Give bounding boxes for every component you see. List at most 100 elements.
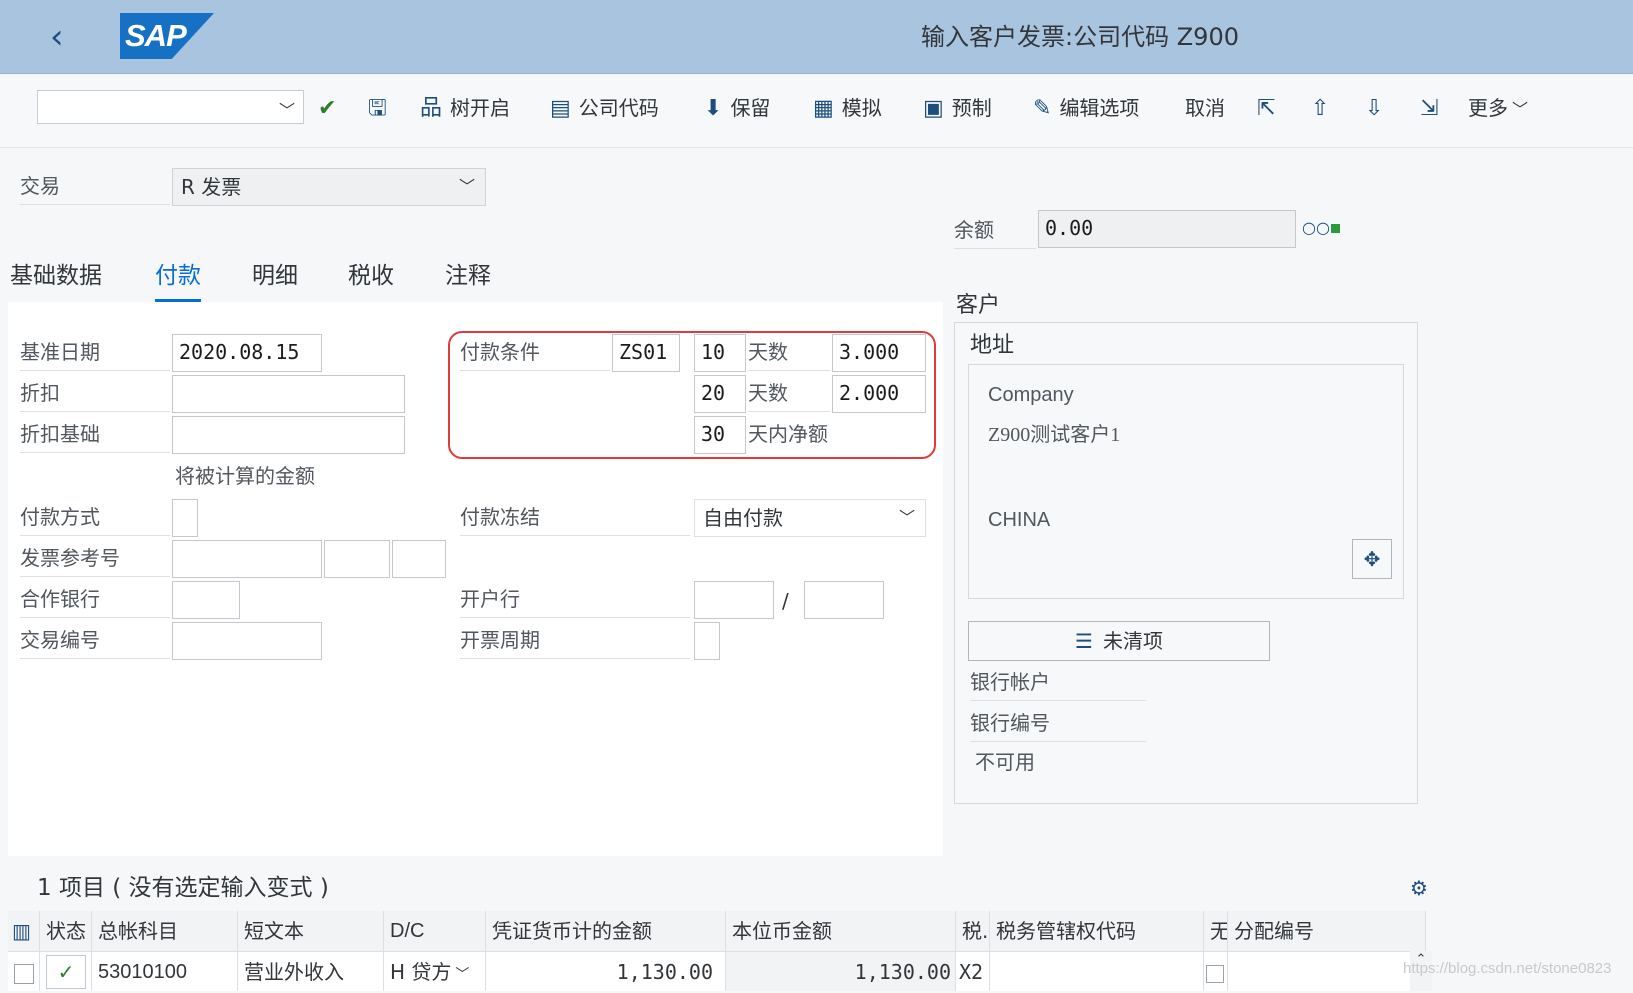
tab-details[interactable]: 明细 [252, 258, 298, 302]
col-no-tax[interactable]: 无 [1204, 911, 1228, 951]
invoice-ref-label: 发票参考号 [20, 540, 170, 577]
park-button[interactable]: ⬇ 保留 [704, 92, 770, 124]
col-doc-amount[interactable]: 凭证货币计的金额 [486, 911, 726, 951]
puzzle-icon: ✥ [1363, 547, 1381, 571]
export-button[interactable]: ⇱ [1257, 92, 1283, 124]
invoice-ref-field-3[interactable] [392, 540, 446, 578]
row-jurisdiction[interactable] [990, 951, 1204, 991]
prepare-label: 预制 [951, 96, 992, 120]
col-dc[interactable]: D/C [384, 911, 486, 951]
shell-bar [0, 0, 1633, 74]
page-title: 输入客户发票:公司代码 Z900 [921, 23, 1239, 51]
row-short-text[interactable]: 营业外收入 [238, 951, 384, 991]
col-assignment[interactable]: 分配编号 [1228, 911, 1426, 951]
chevron-down-icon: ﹀ [898, 508, 915, 527]
invoice-ref-field-2[interactable] [324, 540, 390, 578]
prepare-button[interactable]: ▣ 预制 [923, 92, 992, 124]
watermark: https://blog.csdn.net/stone0823 [1403, 960, 1612, 977]
download-icon: ⇩ [1365, 96, 1384, 121]
row-tax-code[interactable]: X2 [956, 951, 990, 991]
import-button[interactable]: ⇲ [1420, 92, 1446, 124]
invoice-ref-field-1[interactable] [172, 540, 322, 578]
col-tax[interactable]: 税. [956, 911, 990, 951]
checkbox-icon [14, 963, 34, 984]
transaction-select[interactable]: R 发票 ﹀ [172, 168, 486, 206]
check-icon: ✔ [318, 96, 337, 121]
status-check-icon: ✓ [46, 955, 86, 989]
company-code-icon: ▤ [550, 96, 571, 121]
simulate-button[interactable]: ▦ 模拟 [813, 92, 882, 124]
house-bank-account-field[interactable] [804, 581, 884, 619]
partner-bank-field[interactable] [172, 581, 240, 619]
col-status[interactable]: 状态 [40, 911, 92, 951]
row-local-amount: 1,130.00 [726, 951, 956, 991]
edit-options-label: 编辑选项 [1059, 96, 1140, 120]
address-line-1: Company [988, 384, 1074, 406]
discount-field[interactable] [172, 375, 405, 413]
bank-account-label: 银行帐户 [970, 664, 1146, 701]
pay-method-field[interactable] [172, 499, 198, 537]
transaction-label: 交易 [20, 168, 170, 205]
col-jurisdiction[interactable]: 税务管辖权代码 [990, 911, 1204, 951]
park-label: 保留 [730, 96, 771, 120]
invoicing-period-label: 开票周期 [460, 622, 690, 659]
export-icon: ⇱ [1257, 96, 1276, 121]
address-title: 地址 [970, 333, 1015, 358]
check-button[interactable]: ✔ [318, 92, 344, 124]
command-field[interactable]: ﹀ [37, 90, 304, 124]
cancel-button[interactable]: 取消 [1185, 92, 1225, 124]
house-bank-separator: / [782, 589, 789, 613]
edit-options-button[interactable]: ✎ 编辑选项 [1033, 92, 1139, 124]
address-details-button[interactable]: ✥ [1352, 539, 1392, 579]
row-doc-amount[interactable]: 1,130.00 [486, 951, 726, 991]
download-button[interactable]: ⇩ [1365, 92, 1391, 124]
invoicing-period-field[interactable] [694, 622, 720, 660]
tab-basic-data[interactable]: 基础数据 [10, 258, 102, 302]
col-short-text[interactable]: 短文本 [238, 911, 384, 951]
chevron-down-icon: ﹀ [455, 967, 470, 983]
discount-base-field[interactable] [172, 416, 405, 454]
company-code-button[interactable]: ▤ 公司代码 [550, 92, 659, 124]
more-label: 更多 [1468, 96, 1508, 120]
payment-block-label: 付款冻结 [460, 499, 690, 536]
col-gl-account[interactable]: 总帐科目 [92, 911, 238, 951]
checkbox-icon [1206, 964, 1224, 983]
save-icon: 🖫 [368, 96, 387, 121]
settings-gear-icon[interactable]: ⚙ [1410, 876, 1428, 900]
tree-button[interactable]: 品树开启 [420, 92, 510, 124]
house-bank-field[interactable] [694, 581, 774, 619]
col-local-amount[interactable]: 本位币金额 [726, 911, 956, 951]
upload-icon: ⇧ [1311, 96, 1330, 121]
row-assignment[interactable] [1228, 951, 1426, 991]
row-select-checkbox[interactable] [8, 951, 40, 991]
simulate-label: 模拟 [841, 96, 882, 120]
green-square-icon [1330, 224, 1340, 233]
payment-block-select[interactable]: 自由付款 ﹀ [694, 499, 926, 537]
save-button[interactable]: 🖫 [368, 92, 395, 124]
chevron-left-icon: ‹ [50, 17, 64, 57]
tab-tax[interactable]: 税收 [348, 258, 394, 302]
tree-label: 树开启 [450, 96, 511, 120]
calc-note: 将被计算的金额 [175, 464, 315, 488]
back-button[interactable]: ‹ [50, 18, 82, 56]
balance-field: 0.00 [1038, 210, 1296, 248]
row-dc-select[interactable]: H 贷方 ﹀ [384, 951, 486, 991]
upload-button[interactable]: ⇧ [1311, 92, 1337, 124]
more-button[interactable]: 更多 ﹀ [1468, 92, 1528, 124]
chevron-down-icon[interactable]: ﹀ [279, 97, 295, 121]
row-gl-account[interactable]: 53010100 [92, 951, 238, 991]
row-no-tax-checkbox[interactable] [1204, 951, 1228, 991]
tab-notes[interactable]: 注释 [445, 258, 491, 302]
tab-payment[interactable]: 付款 [155, 258, 201, 302]
payment-block-value: 自由付款 [703, 506, 783, 530]
company-code-label: 公司代码 [578, 96, 659, 120]
select-all-icon[interactable]: ▥ [8, 911, 40, 951]
balance-label: 余额 [954, 212, 1036, 249]
open-items-button[interactable]: ☰ 未清项 [968, 621, 1270, 661]
address-line-2: Z900测试客户1 [988, 424, 1121, 446]
row-status: ✓ [40, 951, 92, 991]
customer-section-title: 客户 [956, 293, 1001, 318]
tree-icon: 品 [420, 96, 443, 121]
txn-number-field[interactable] [172, 622, 322, 660]
baseline-date-field[interactable]: 2020.08.15 [172, 334, 322, 372]
